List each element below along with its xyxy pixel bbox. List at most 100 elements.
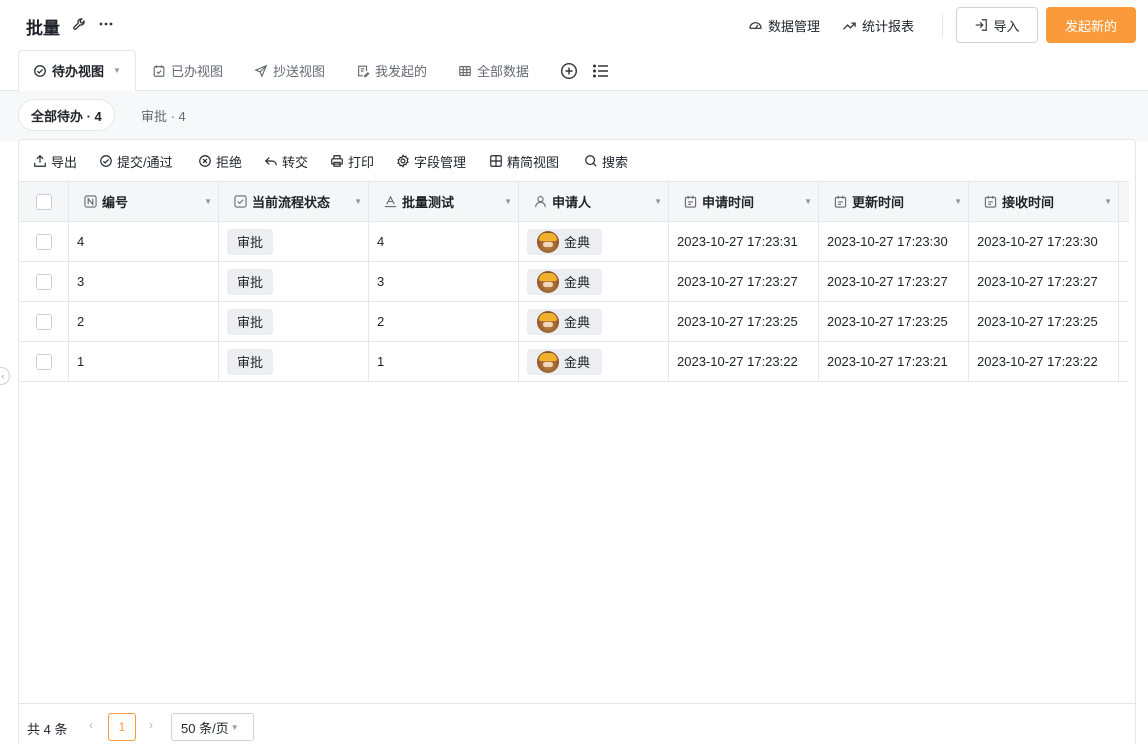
table-row[interactable]: 3 审批 3 金典 2023-10-27 17:23:27 2023-10-27… xyxy=(19,262,1129,302)
cell-apply-time: 2023-10-27 17:23:22 xyxy=(669,342,819,381)
table-row[interactable]: 4 审批 4 金典 2023-10-27 17:23:31 2023-10-27… xyxy=(19,222,1129,262)
row-select-cell xyxy=(19,302,69,341)
user-field-icon xyxy=(533,195,547,209)
print-label: 打印 xyxy=(348,154,375,170)
row-checkbox[interactable] xyxy=(35,273,52,290)
cell-update-time: 2023-10-27 17:23:27 xyxy=(819,262,969,301)
chevron-down-icon[interactable]: ▼ xyxy=(204,197,212,206)
reject-button[interactable]: 拒绝 xyxy=(198,151,242,171)
cell-id: 1 xyxy=(69,342,219,381)
page-current[interactable]: 1 xyxy=(108,713,136,741)
reject-label: 拒绝 xyxy=(216,154,243,170)
statistics-report-link[interactable]: 统计报表 xyxy=(842,15,914,35)
cell-apply-time: 2023-10-27 17:23:27 xyxy=(669,262,819,301)
select-all-checkbox[interactable] xyxy=(35,193,52,210)
export-label: 导出 xyxy=(51,154,78,170)
row-checkbox[interactable] xyxy=(35,233,52,250)
column-header-receive-time[interactable]: 接收时间 ▼ xyxy=(969,182,1119,221)
cell-receive-time: 2023-10-27 17:23:30 xyxy=(969,222,1119,261)
tab-label: 全部数据 xyxy=(477,64,530,79)
data-management-label: 数据管理 xyxy=(768,18,821,34)
header-select-cell xyxy=(19,182,69,221)
user-chip[interactable]: 金典 xyxy=(527,268,603,295)
table-row[interactable]: 2 审批 2 金典 2023-10-27 17:23:25 2023-10-27… xyxy=(19,302,1129,342)
row-checkbox[interactable] xyxy=(35,353,52,370)
send-icon xyxy=(254,64,268,78)
user-name: 金典 xyxy=(564,275,591,290)
cell-batch-test: 1 xyxy=(369,342,519,381)
chevron-right-icon[interactable]: › xyxy=(149,718,153,732)
filter-approval[interactable]: 审批 · 4 xyxy=(141,99,186,131)
page-title: 批量 xyxy=(26,19,60,38)
cell-batch-test: 4 xyxy=(369,222,519,261)
avatar xyxy=(537,310,559,333)
search-button[interactable]: 搜索 xyxy=(584,151,628,171)
submit-button[interactable]: 提交/通过 xyxy=(99,151,173,171)
user-chip[interactable]: 金典 xyxy=(527,308,603,335)
chevron-down-icon[interactable]: ▼ xyxy=(654,197,662,206)
statistics-report-label: 统计报表 xyxy=(862,18,915,34)
column-label: 批量测试 xyxy=(402,195,455,210)
wrench-icon[interactable] xyxy=(70,15,88,33)
view-list-icon[interactable] xyxy=(592,50,610,91)
close-circle-icon xyxy=(198,154,212,168)
new-request-button[interactable]: 发起新的 xyxy=(1046,7,1136,43)
import-button[interactable]: 导入 xyxy=(956,7,1038,43)
chevron-left-icon[interactable]: ‹ xyxy=(89,718,93,732)
total-count: 共 4 条 xyxy=(27,722,68,737)
filter-all-pending[interactable]: 全部待办 · 4 xyxy=(18,99,115,131)
add-view-icon[interactable] xyxy=(560,50,578,91)
column-header-update-time[interactable]: 更新时间 ▼ xyxy=(819,182,969,221)
transfer-button[interactable]: 转交 xyxy=(264,151,308,171)
compact-view-button[interactable]: 精简视图 xyxy=(489,151,559,171)
pagination-bar: 共 4 条 ‹ 1 › 50 条/页 ▼ xyxy=(19,703,1135,744)
user-name: 金典 xyxy=(564,235,591,250)
number-field-icon xyxy=(83,195,97,209)
app-header: 批量 数据管理 统计报表 导入 发起新的 xyxy=(0,0,1148,50)
more-icon[interactable] xyxy=(97,15,115,33)
text-field-icon xyxy=(383,195,397,209)
gear-icon xyxy=(396,154,410,168)
column-header-id[interactable]: 编号 ▼ xyxy=(69,182,219,221)
row-checkbox[interactable] xyxy=(35,313,52,330)
tab-pending-view[interactable]: 待办视图 ▼ xyxy=(18,50,136,91)
cell-update-time: 2023-10-27 17:23:25 xyxy=(819,302,969,341)
chevron-down-icon[interactable]: ▼ xyxy=(504,197,512,206)
sidebar-collapse-handle[interactable]: ‹ xyxy=(0,367,10,385)
export-button[interactable]: 导出 xyxy=(33,151,77,171)
tab-initiated-view[interactable]: 我发起的 xyxy=(356,50,427,91)
cell-update-time: 2023-10-27 17:23:21 xyxy=(819,342,969,381)
status-badge: 审批 xyxy=(227,228,274,255)
table-body: 4 审批 4 金典 2023-10-27 17:23:31 2023-10-27… xyxy=(19,222,1129,382)
column-header-batch-test[interactable]: 批量测试 ▼ xyxy=(369,182,519,221)
action-toolbar: 导出 提交/通过 拒绝 转交 打印 字段管理 精简视图 搜索 xyxy=(19,140,1135,181)
chevron-down-icon[interactable]: ▼ xyxy=(354,197,362,206)
field-manage-button[interactable]: 字段管理 xyxy=(396,151,466,171)
page-size-select[interactable]: 50 条/页 ▼ xyxy=(171,713,254,741)
column-header-apply-time[interactable]: 申请时间 ▼ xyxy=(669,182,819,221)
table-row[interactable]: 1 审批 1 金典 2023-10-27 17:23:22 2023-10-27… xyxy=(19,342,1129,382)
tab-done-view[interactable]: 已办视图 xyxy=(152,50,223,91)
compact-view-label: 精简视图 xyxy=(507,154,560,170)
tab-all-data[interactable]: 全部数据 xyxy=(458,50,529,91)
column-header-applicant[interactable]: 申请人 ▼ xyxy=(519,182,669,221)
chevron-down-icon[interactable]: ▼ xyxy=(1104,197,1112,206)
user-chip[interactable]: 金典 xyxy=(527,228,603,255)
column-header-status[interactable]: 当前流程状态 ▼ xyxy=(219,182,369,221)
row-select-cell xyxy=(19,262,69,301)
cell-applicant: 金典 xyxy=(519,342,669,381)
tab-cc-view[interactable]: 抄送视图 xyxy=(254,50,325,91)
cell-status: 审批 xyxy=(219,262,369,301)
import-label: 导入 xyxy=(993,18,1020,34)
user-chip[interactable]: 金典 xyxy=(527,348,603,375)
cell-receive-time: 2023-10-27 17:23:25 xyxy=(969,302,1119,341)
data-management-link[interactable]: 数据管理 xyxy=(748,15,820,35)
transfer-label: 转交 xyxy=(282,154,309,170)
chevron-down-icon[interactable]: ▼ xyxy=(804,197,812,206)
print-button[interactable]: 打印 xyxy=(330,151,374,171)
avatar xyxy=(537,270,559,293)
header-divider xyxy=(942,13,943,37)
tab-label: 已办视图 xyxy=(171,64,224,79)
chevron-down-icon[interactable]: ▼ xyxy=(113,66,121,75)
chevron-down-icon[interactable]: ▼ xyxy=(954,197,962,206)
